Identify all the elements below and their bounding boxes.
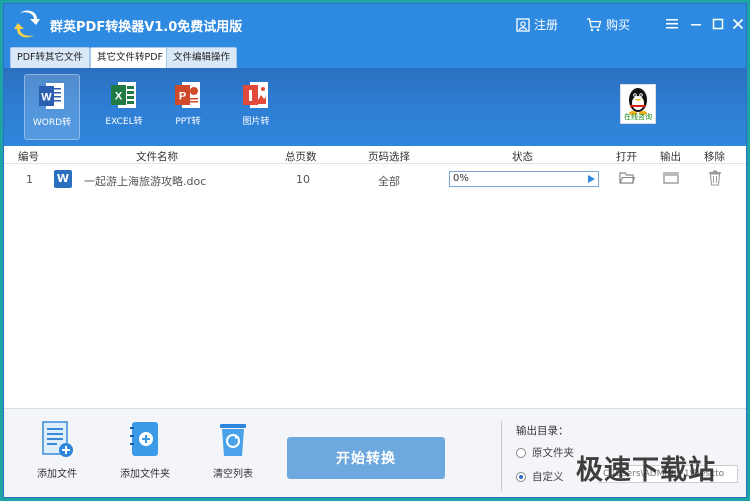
add-file-label: 添加文件: [37, 469, 77, 480]
add-folder-label: 添加文件夹: [120, 469, 170, 480]
word-convert-label: WORD转: [32, 118, 72, 128]
row-pages: 10: [296, 173, 310, 186]
table-row[interactable]: 1 W 一起游上海旅游攻略.doc 10 全部 0%: [4, 166, 746, 192]
option-custom-label: 自定义: [532, 471, 564, 483]
image-convert-button[interactable]: 图片转: [228, 74, 284, 140]
col-output: 输出: [660, 151, 681, 163]
row-progress-bar: 0%: [449, 171, 599, 187]
tab-pdf-to-other[interactable]: PDF转其它文件: [10, 47, 91, 68]
option-original-folder[interactable]: 原文件夹: [516, 445, 574, 460]
svg-text:W: W: [41, 92, 52, 104]
option-original-label: 原文件夹: [532, 447, 574, 459]
output-dir-title: 输出目录：: [516, 425, 569, 437]
menu-icon[interactable]: [662, 14, 682, 34]
col-remove: 移除: [704, 151, 725, 163]
close-icon[interactable]: [728, 14, 746, 34]
clear-list-button[interactable]: 清空列表: [198, 419, 268, 480]
file-table-header: 编号 文件名称 总页数 页码选择 状态 打开 输出 移除: [4, 146, 746, 164]
radio-original[interactable]: [516, 447, 526, 458]
row-index: 1: [26, 173, 33, 186]
buy-button[interactable]: 购买: [586, 16, 630, 33]
title-bar: 群英PDF转换器V1.0免费试用版 注册 购买: [4, 4, 746, 44]
image-icon: [242, 80, 270, 110]
col-index: 编号: [18, 151, 39, 163]
col-open: 打开: [616, 151, 637, 163]
app-title: 群英PDF转换器V1.0免费试用版: [50, 20, 243, 35]
minimize-icon[interactable]: [686, 14, 706, 34]
word-icon: W: [38, 81, 66, 111]
recycle-bin-icon: [216, 419, 250, 459]
play-icon[interactable]: [588, 175, 595, 183]
start-convert-button[interactable]: 开始转换: [287, 437, 445, 479]
option-custom-folder[interactable]: 自定义: [516, 469, 564, 484]
register-button[interactable]: 注册: [516, 16, 558, 33]
maximize-icon[interactable]: [708, 14, 728, 34]
word-convert-button[interactable]: W WORD转: [24, 74, 80, 140]
add-folder-icon: [128, 419, 162, 459]
open-folder-icon[interactable]: [619, 171, 636, 188]
col-page-select: 页码选择: [368, 151, 410, 163]
row-page-select[interactable]: 全部: [378, 173, 400, 189]
divider: [501, 421, 502, 491]
ppt-convert-button[interactable]: P PPT转: [160, 74, 216, 140]
app-window: 群英PDF转换器V1.0免费试用版 注册 购买 PDF转其它文件 其它文件转PD…: [3, 3, 747, 498]
online-consult-label: 在线咨询: [624, 113, 652, 121]
word-file-icon: W: [54, 170, 72, 188]
radio-custom[interactable]: [516, 471, 526, 482]
excel-convert-label: EXCEL转: [105, 117, 143, 127]
col-pages: 总页数: [285, 151, 317, 163]
register-icon: [516, 17, 530, 32]
cart-icon: [587, 17, 602, 31]
add-file-icon: [40, 419, 74, 459]
excel-convert-button[interactable]: X EXCEL转: [96, 74, 152, 140]
tab-other-to-pdf[interactable]: 其它文件转PDF: [90, 47, 171, 68]
tab-bar: PDF转其它文件 其它文件转PDF 文件编辑操作: [4, 44, 746, 68]
toolbar: W WORD转 X EXCEL转 P PPT转 图片转 在线咨询: [4, 68, 746, 146]
ppt-convert-label: PPT转: [175, 117, 201, 127]
add-file-button[interactable]: 添加文件: [22, 419, 92, 480]
svg-text:P: P: [179, 91, 186, 103]
row-filename: 一起游上海旅游攻略.doc: [84, 175, 207, 188]
tab-file-edit[interactable]: 文件编辑操作: [166, 47, 238, 68]
buy-label: 购买: [606, 18, 631, 32]
col-filename: 文件名称: [136, 151, 178, 163]
svg-text:X: X: [115, 91, 123, 103]
excel-icon: X: [110, 80, 138, 110]
clear-list-label: 清空列表: [213, 469, 253, 480]
col-status: 状态: [512, 151, 533, 163]
ppt-icon: P: [174, 80, 202, 110]
output-folder-icon[interactable]: [663, 171, 679, 188]
app-logo-icon: [12, 9, 42, 39]
trash-icon[interactable]: [708, 170, 722, 189]
online-consult-button[interactable]: 在线咨询: [620, 84, 656, 124]
site-watermark: 极速下载站: [576, 455, 716, 486]
register-label: 注册: [534, 18, 559, 32]
add-folder-button[interactable]: 添加文件夹: [110, 419, 180, 480]
row-progress-text: 0%: [453, 173, 469, 184]
image-convert-label: 图片转: [242, 117, 270, 127]
